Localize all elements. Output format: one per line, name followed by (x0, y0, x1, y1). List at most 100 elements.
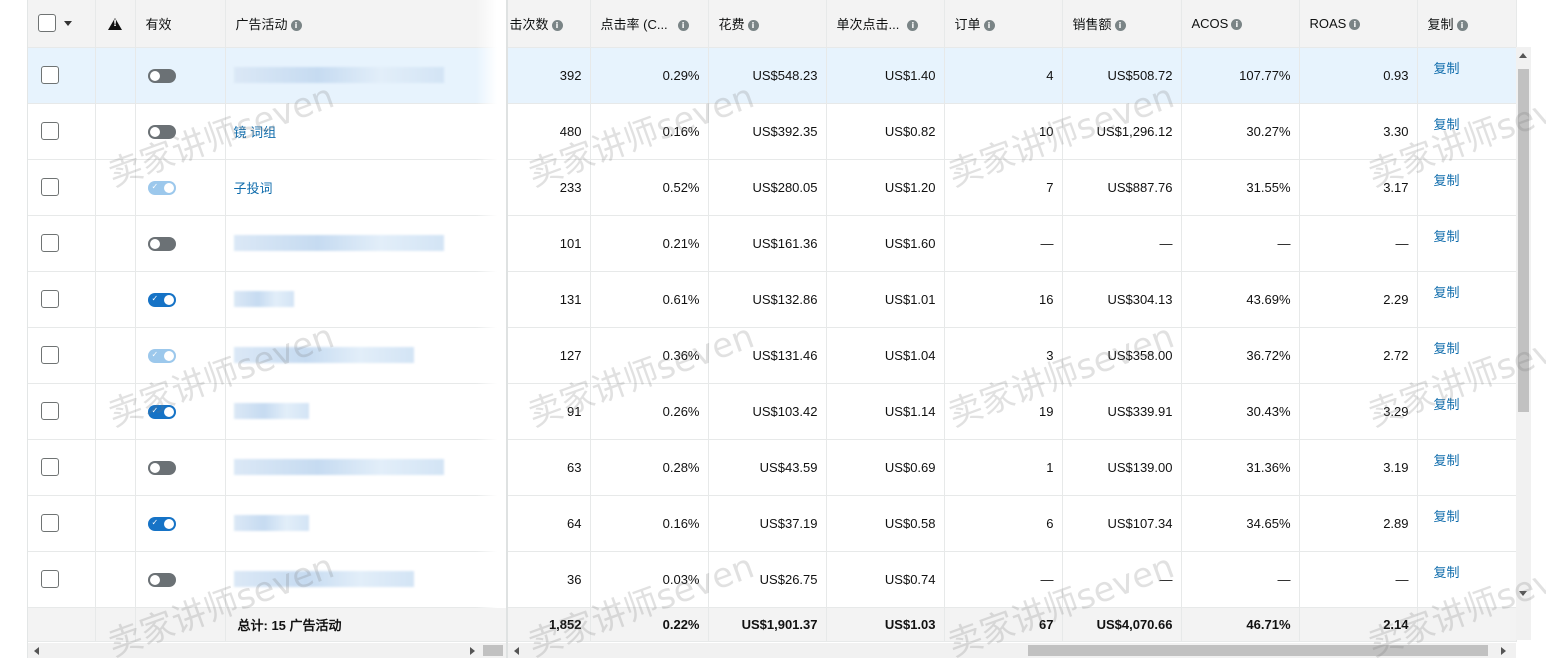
right-scroll-thumb[interactable] (1028, 645, 1488, 656)
row-campaign-cell[interactable] (225, 47, 508, 104)
select-all-checkbox[interactable] (38, 14, 56, 33)
info-icon[interactable]: i (1456, 19, 1468, 31)
row-toggle-cell[interactable]: ✓ (135, 159, 226, 216)
row-campaign-cell[interactable] (225, 271, 508, 328)
info-icon[interactable]: i (907, 19, 919, 31)
row-select-cell[interactable] (28, 495, 96, 552)
header-acos[interactable]: ACOS i (1181, 0, 1300, 48)
header-roas[interactable]: ROAS i (1299, 0, 1418, 48)
copy-link[interactable]: 复制 (1434, 565, 1460, 580)
campaign-name-link[interactable]: 镜 词组 (234, 125, 277, 140)
row-campaign-cell[interactable] (225, 495, 508, 552)
status-toggle[interactable]: ✓ (147, 292, 176, 307)
status-toggle[interactable] (147, 236, 176, 251)
row-select-cell[interactable] (28, 159, 96, 216)
info-icon[interactable]: i (1231, 18, 1243, 30)
info-icon[interactable]: i (677, 19, 689, 31)
row-checkbox[interactable] (41, 402, 59, 420)
header-sales[interactable]: 销售额 i (1062, 0, 1182, 48)
info-icon[interactable]: i (1114, 19, 1126, 31)
scroll-left-icon[interactable] (514, 647, 519, 655)
scroll-right-icon[interactable] (1501, 647, 1506, 655)
header-copy[interactable]: 复制 i (1417, 0, 1517, 48)
status-toggle[interactable]: ✓ (147, 404, 176, 419)
row-checkbox[interactable] (41, 290, 59, 308)
row-checkbox[interactable] (41, 178, 59, 196)
copy-link[interactable]: 复制 (1434, 117, 1460, 132)
row-campaign-cell[interactable]: 镜 词组 (225, 103, 508, 160)
row-select-cell[interactable] (28, 271, 96, 328)
scroll-right-icon[interactable] (470, 647, 475, 655)
header-ctr[interactable]: 点击率 (C... i (590, 0, 709, 48)
info-icon[interactable]: i (551, 19, 563, 31)
vertical-scroll-thumb[interactable] (1518, 69, 1529, 412)
scroll-down-icon[interactable] (1519, 591, 1527, 596)
header-clicks[interactable]: 击次数 i (507, 0, 591, 48)
table-row[interactable]: ✓ 91 0.26% US$103.42 US$1.14 19 US$339.91 30.43… (28, 383, 1517, 440)
row-checkbox[interactable] (41, 458, 59, 476)
row-toggle-cell[interactable]: ✓ (135, 271, 226, 328)
header-cpc[interactable]: 单次点击... i (826, 0, 945, 48)
right-horizontal-scrollbar[interactable] (508, 643, 1516, 658)
row-toggle-cell[interactable]: ✓ (135, 383, 226, 440)
status-toggle[interactable] (147, 124, 176, 139)
select-all-header[interactable] (28, 0, 96, 48)
row-campaign-cell[interactable] (225, 551, 508, 608)
row-select-cell[interactable] (28, 103, 96, 160)
left-horizontal-scrollbar[interactable] (28, 643, 506, 658)
chevron-down-icon[interactable] (64, 20, 72, 26)
info-icon[interactable]: i (747, 19, 759, 31)
info-icon[interactable]: i (290, 19, 302, 31)
row-campaign-cell[interactable] (225, 327, 508, 384)
scroll-left-icon[interactable] (34, 647, 39, 655)
row-toggle-cell[interactable]: ✓ (135, 327, 226, 384)
vertical-scrollbar[interactable] (1516, 47, 1531, 640)
info-icon[interactable]: i (1349, 18, 1361, 30)
row-checkbox[interactable] (41, 514, 59, 532)
row-checkbox[interactable] (41, 570, 59, 588)
status-toggle[interactable]: ✓ (147, 180, 176, 195)
row-select-cell[interactable] (28, 327, 96, 384)
scroll-up-icon[interactable] (1519, 53, 1527, 58)
table-row[interactable]: 36 0.03% US$26.75 US$0.74— — — — 复制 (28, 551, 1517, 608)
table-row[interactable]: 镜 词组 480 0.16% US$392.35 US$0.82 10 US$1,296.1… (28, 103, 1517, 160)
copy-link[interactable]: 复制 (1434, 173, 1460, 188)
row-select-cell[interactable] (28, 215, 96, 272)
row-campaign-cell[interactable] (225, 215, 508, 272)
row-checkbox[interactable] (41, 346, 59, 364)
row-toggle-cell[interactable] (135, 47, 226, 104)
left-scroll-thumb[interactable] (483, 645, 503, 656)
status-toggle[interactable] (147, 572, 176, 587)
header-enabled[interactable]: 有效 (135, 0, 226, 48)
table-row[interactable]: 63 0.28% US$43.59 US$0.69 1 US$139.00 31.36% 3.… (28, 439, 1517, 496)
row-checkbox[interactable] (41, 66, 59, 84)
row-select-cell[interactable] (28, 47, 96, 104)
row-checkbox[interactable] (41, 122, 59, 140)
table-row[interactable]: ✓ 64 0.16% US$37.19 US$0.58 6 US$107.34 34.65% 2… (28, 495, 1517, 552)
header-spend[interactable]: 花费 i (708, 0, 827, 48)
copy-link[interactable]: 复制 (1434, 229, 1460, 244)
row-select-cell[interactable] (28, 383, 96, 440)
row-toggle-cell[interactable]: ✓ (135, 495, 226, 552)
copy-link[interactable]: 复制 (1434, 453, 1460, 468)
row-toggle-cell[interactable] (135, 103, 226, 160)
copy-link[interactable]: 复制 (1434, 341, 1460, 356)
table-row[interactable]: 101 0.21% US$161.36 US$1.60— — — — 复制 (28, 215, 1517, 272)
copy-link[interactable]: 复制 (1434, 509, 1460, 524)
copy-link[interactable]: 复制 (1434, 397, 1460, 412)
row-select-cell[interactable] (28, 551, 96, 608)
row-campaign-cell[interactable]: 子投词 (225, 159, 508, 216)
table-row[interactable]: ✓ 127 0.36% US$131.46 US$1.04 3 US$358.00 36.72… (28, 327, 1517, 384)
status-toggle[interactable] (147, 460, 176, 475)
row-checkbox[interactable] (41, 234, 59, 252)
row-campaign-cell[interactable] (225, 383, 508, 440)
campaign-name-link[interactable]: 子投词 (234, 181, 273, 196)
table-row[interactable]: ✓ 子投词 233 0.52% US$280.05 US$1.20 7 US$887.76 31… (28, 159, 1517, 216)
status-toggle[interactable]: ✓ (147, 348, 176, 363)
row-toggle-cell[interactable] (135, 215, 226, 272)
table-row[interactable]: ✓ 131 0.61% US$132.86 US$1.01 16 US$304.13 43.6… (28, 271, 1517, 328)
row-campaign-cell[interactable] (225, 439, 508, 496)
status-toggle[interactable]: ✓ (147, 516, 176, 531)
copy-link[interactable]: 复制 (1434, 285, 1460, 300)
table-row[interactable]: 392 0.29% US$548.23 US$1.40 4 US$508.72 107.77… (28, 47, 1517, 104)
